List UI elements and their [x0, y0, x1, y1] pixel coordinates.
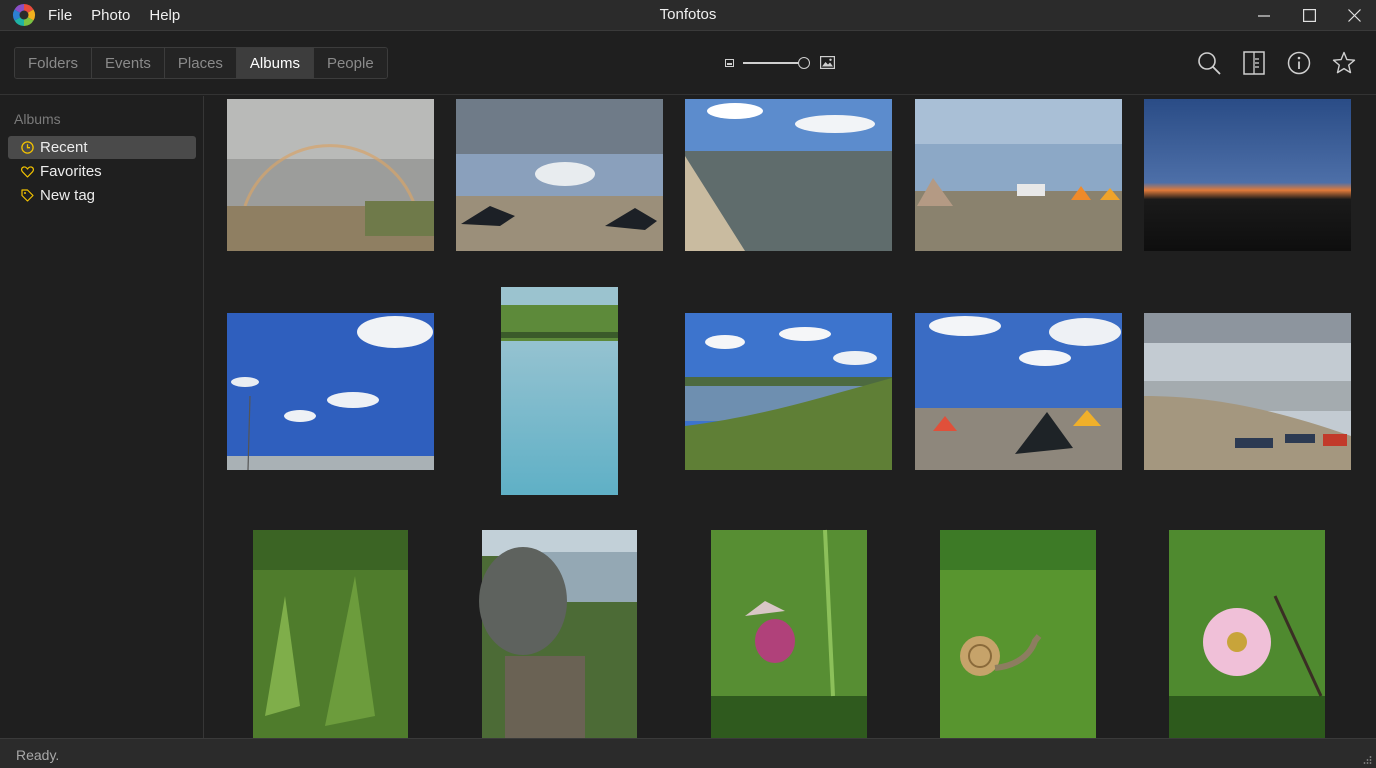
- photo-thumbnail[interactable]: [227, 313, 434, 471]
- sidebar: Albums Recent Favorites New tag: [0, 96, 204, 738]
- photo-thumbnail[interactable]: [1144, 99, 1351, 251]
- info-icon: [1287, 51, 1311, 75]
- menu-photo[interactable]: Photo: [91, 7, 130, 24]
- photo-thumbnail[interactable]: [501, 287, 618, 495]
- search-icon: [1198, 52, 1221, 75]
- photo-thumbnail[interactable]: [915, 313, 1122, 470]
- tab-places[interactable]: Places: [164, 48, 237, 78]
- status-text: Ready.: [16, 747, 60, 763]
- info-button[interactable]: [1287, 49, 1311, 77]
- photo-thumbnail[interactable]: [915, 99, 1122, 251]
- photo-gallery: [205, 96, 1376, 738]
- tag-icon: [21, 189, 34, 202]
- photo-thumbnail[interactable]: [1144, 313, 1351, 470]
- menu-help[interactable]: Help: [149, 7, 180, 24]
- heart-icon: [21, 165, 34, 178]
- close-button[interactable]: [1332, 0, 1376, 31]
- maximize-icon: [1302, 9, 1316, 22]
- zoom-handle[interactable]: [798, 57, 810, 69]
- minimize-icon: [1258, 14, 1270, 17]
- photo-thumbnail[interactable]: [1169, 530, 1325, 738]
- large-image-icon: [820, 56, 835, 69]
- menu-file[interactable]: File: [48, 7, 72, 24]
- photo-thumbnail[interactable]: [456, 99, 663, 251]
- favorite-button[interactable]: [1332, 49, 1356, 77]
- sidebar-item-favorites[interactable]: Favorites: [8, 160, 196, 183]
- panel-icon: [1243, 51, 1265, 75]
- search-button[interactable]: [1197, 49, 1221, 77]
- sidebar-heading: Albums: [14, 111, 61, 127]
- window-title: Tonfotos: [659, 6, 717, 23]
- menu-bar: File Photo Help: [48, 0, 180, 31]
- zoom-slider[interactable]: [724, 55, 836, 71]
- tab-folders[interactable]: Folders: [15, 48, 93, 78]
- toolbar: Folders Events Places Albums People: [0, 31, 1376, 95]
- zoom-track[interactable]: [743, 62, 805, 64]
- window-controls: [1241, 0, 1376, 31]
- sidebar-item-label: New tag: [40, 187, 96, 204]
- status-bar: Ready.: [0, 738, 1376, 768]
- maximize-button[interactable]: [1287, 0, 1331, 31]
- tonfotos-logo-icon: [13, 4, 35, 26]
- photo-grid: [227, 99, 1351, 738]
- sidebar-item-new-tag[interactable]: New tag: [8, 184, 196, 207]
- photo-thumbnail[interactable]: [711, 529, 867, 738]
- album-list: Recent Favorites New tag: [8, 136, 196, 208]
- photo-thumbnail[interactable]: [685, 313, 892, 470]
- sidebar-item-label: Favorites: [40, 163, 102, 180]
- title-bar: File Photo Help Tonfotos: [0, 0, 1376, 31]
- minimize-button[interactable]: [1242, 0, 1286, 31]
- sidebar-item-label: Recent: [40, 139, 88, 156]
- resize-grip-icon[interactable]: [1362, 755, 1372, 765]
- view-tabs: Folders Events Places Albums People: [14, 47, 388, 79]
- tab-people[interactable]: People: [313, 48, 387, 78]
- photo-thumbnail[interactable]: [253, 530, 408, 738]
- sidebar-item-recent[interactable]: Recent: [8, 136, 196, 159]
- photo-thumbnail[interactable]: [479, 530, 637, 738]
- small-image-icon: [725, 59, 734, 67]
- close-icon: [1347, 9, 1361, 22]
- toolbar-icons: [1197, 49, 1356, 77]
- photo-thumbnail[interactable]: [940, 530, 1096, 738]
- tab-albums[interactable]: Albums: [236, 48, 314, 78]
- panel-button[interactable]: [1242, 49, 1266, 77]
- photo-thumbnail[interactable]: [227, 99, 434, 251]
- clock-icon: [21, 141, 34, 154]
- star-icon: [1332, 51, 1356, 74]
- tab-events[interactable]: Events: [92, 48, 165, 78]
- photo-thumbnail[interactable]: [685, 99, 892, 251]
